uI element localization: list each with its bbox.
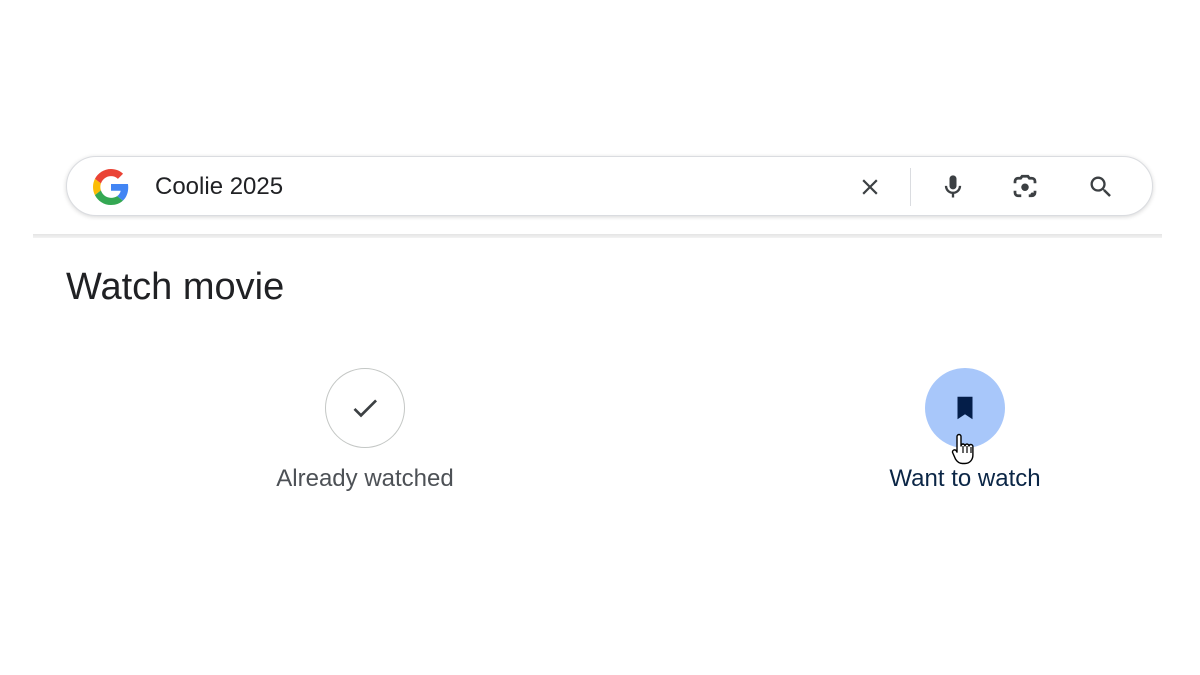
voice-search-button[interactable] bbox=[935, 169, 971, 205]
search-input[interactable] bbox=[155, 172, 805, 202]
bookmark-icon bbox=[957, 396, 973, 420]
want-to-watch-circle[interactable] bbox=[925, 368, 1005, 448]
search-results-page: Watch movie Already watched Want to watc… bbox=[0, 0, 1200, 675]
already-watched-button[interactable]: Already watched bbox=[235, 368, 495, 494]
microphone-icon bbox=[944, 175, 962, 198]
already-watched-circle[interactable] bbox=[325, 368, 405, 448]
search-bar-divider bbox=[910, 168, 911, 206]
clear-search-button[interactable] bbox=[852, 169, 888, 205]
camera-lens-icon bbox=[1013, 174, 1037, 198]
want-to-watch-label: Want to watch bbox=[889, 465, 1041, 492]
check-icon bbox=[353, 399, 377, 418]
search-submit-button[interactable] bbox=[1083, 169, 1119, 205]
want-to-watch-button[interactable]: Want to watch bbox=[835, 368, 1095, 494]
already-watched-label: Already watched bbox=[276, 465, 454, 492]
header-divider bbox=[33, 234, 1162, 238]
section-title: Watch movie bbox=[66, 266, 285, 308]
magnifier-icon bbox=[1090, 176, 1111, 197]
search-bar[interactable] bbox=[66, 156, 1153, 216]
google-logo-icon bbox=[93, 169, 129, 205]
close-icon bbox=[862, 179, 878, 195]
lens-search-button[interactable] bbox=[1007, 169, 1043, 205]
